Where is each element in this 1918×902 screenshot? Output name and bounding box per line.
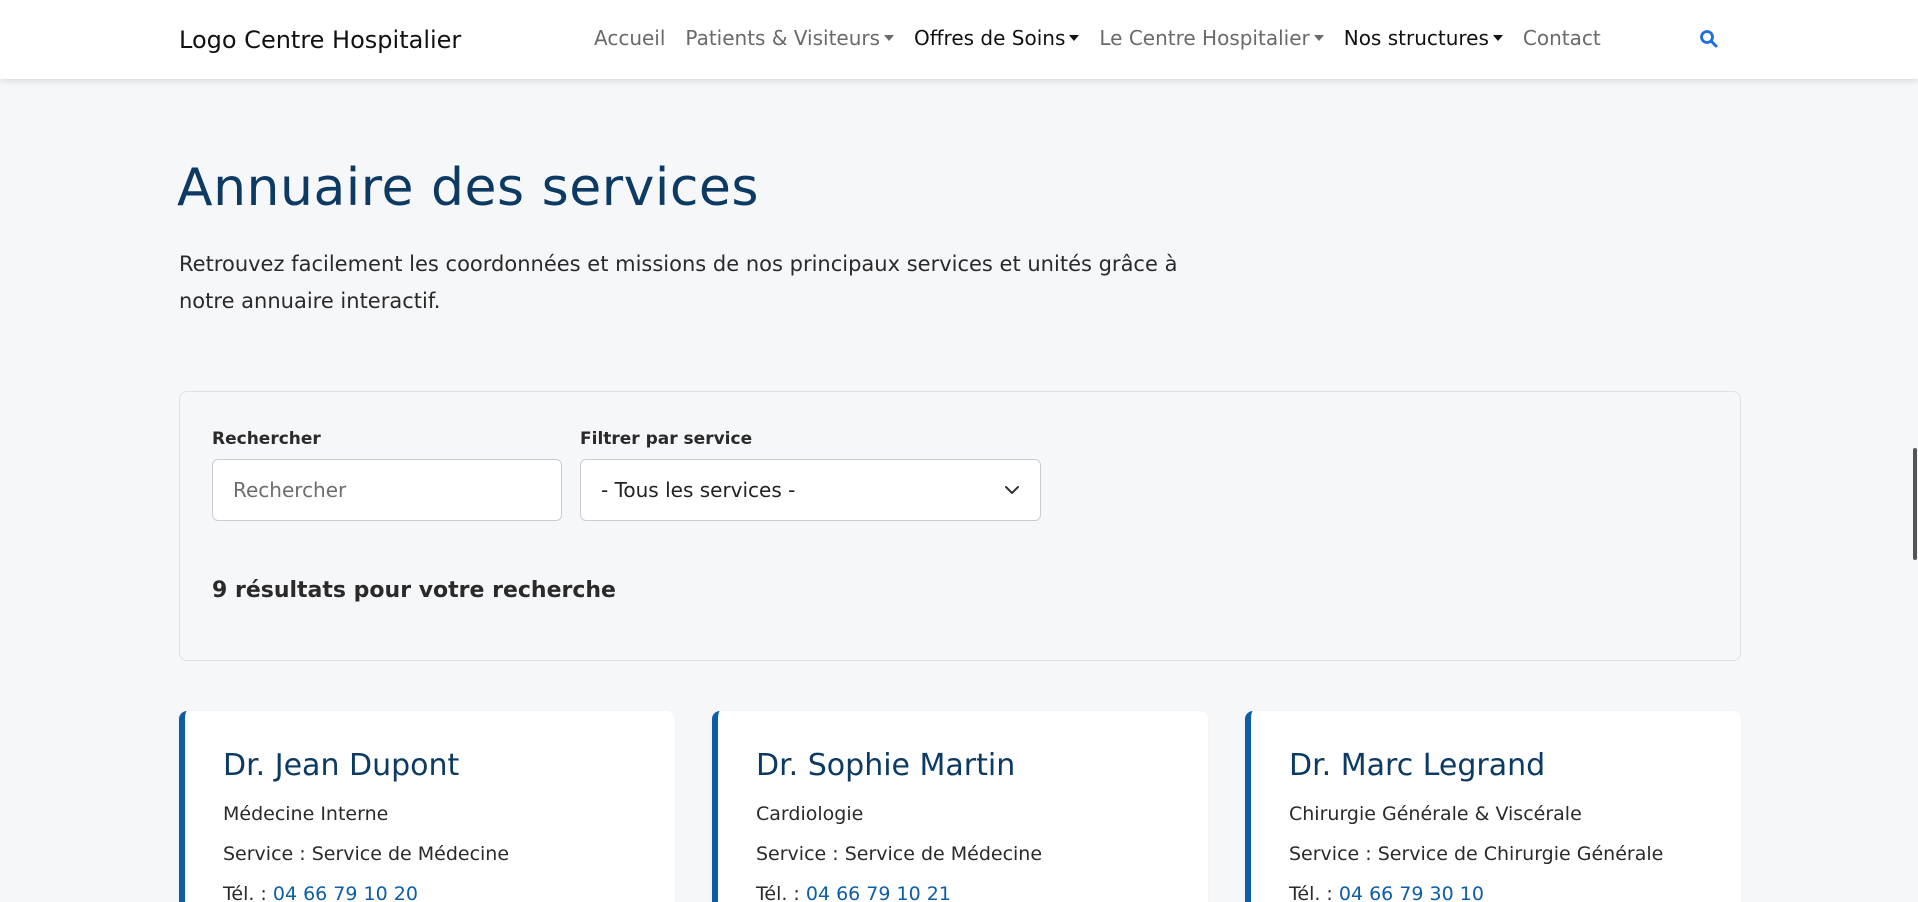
doctor-card: Dr. Jean Dupont Médecine Interne Service… — [179, 711, 675, 902]
top-navbar: Logo Centre Hospitalier Accueil Patients… — [0, 0, 1918, 79]
page-title: Annuaire des services — [177, 158, 759, 218]
doctor-specialty: Chirurgie Générale & Viscérale — [1289, 803, 1582, 825]
filter-panel: Rechercher Filtrer par service - Tous le… — [179, 391, 1741, 661]
search-icon — [1700, 30, 1718, 48]
doctor-phone-row: Tél. : 04 66 79 10 20 — [223, 883, 418, 902]
phone-link[interactable]: 04 66 79 10 20 — [273, 883, 418, 902]
site-logo[interactable]: Logo Centre Hospitalier — [179, 26, 461, 54]
nav-item-contact[interactable]: Contact — [1523, 26, 1601, 50]
search-label: Rechercher — [212, 429, 321, 449]
caret-down-icon — [1069, 35, 1080, 41]
doctor-card: Dr. Sophie Martin Cardiologie Service : … — [712, 711, 1208, 902]
doctor-phone-row: Tél. : 04 66 79 30 10 — [1289, 883, 1484, 902]
search-button[interactable] — [1699, 29, 1719, 49]
doctor-phone-row: Tél. : 04 66 79 10 21 — [756, 883, 951, 902]
search-input[interactable] — [212, 459, 562, 521]
service-filter-value: - Tous les services - — [601, 478, 796, 502]
main-nav: Accueil Patients & Visiteurs Offres de S… — [594, 26, 1621, 50]
caret-down-icon — [884, 35, 895, 41]
phone-link[interactable]: 04 66 79 10 21 — [806, 883, 951, 902]
phone-prefix: Tél. : — [1289, 883, 1333, 902]
doctor-name[interactable]: Dr. Jean Dupont — [223, 748, 459, 783]
caret-down-icon — [1492, 35, 1503, 41]
doctor-service: Service : Service de Médecine — [756, 843, 1043, 865]
doctor-service: Service : Service de Chirurgie Générale — [1289, 843, 1664, 865]
page-intro: Retrouvez facilement les coordonnées et … — [179, 252, 1178, 313]
results-count: 9 résultats pour votre recherche — [212, 578, 616, 603]
doctor-card: Dr. Marc Legrand Chirurgie Générale & Vi… — [1245, 711, 1741, 902]
chevron-down-icon — [1005, 486, 1019, 494]
nav-item-nos-structures[interactable]: Nos structures — [1344, 26, 1503, 50]
nav-item-label: Nos structures — [1343, 26, 1489, 50]
nav-item-accueil[interactable]: Accueil — [594, 26, 665, 50]
doctor-service: Service : Service de Médecine — [223, 843, 510, 865]
phone-link[interactable]: 04 66 79 30 10 — [1339, 883, 1484, 902]
caret-down-icon — [1313, 35, 1324, 41]
nav-item-offres-de-soins[interactable]: Offres de Soins — [914, 26, 1080, 50]
service-filter-label: Filtrer par service — [580, 429, 753, 449]
nav-item-centre-hospitalier[interactable]: Le Centre Hospitalier — [1099, 26, 1324, 50]
nav-item-label: Le Centre Hospitalier — [1099, 26, 1310, 50]
doctor-specialty: Médecine Interne — [223, 803, 389, 825]
scrollbar-thumb[interactable] — [1913, 448, 1917, 560]
phone-prefix: Tél. : — [223, 883, 267, 902]
doctor-specialty: Cardiologie — [756, 803, 864, 825]
phone-prefix: Tél. : — [756, 883, 800, 902]
nav-item-label: Patients & Visiteurs — [685, 26, 881, 50]
service-filter-select[interactable]: - Tous les services - — [580, 459, 1041, 521]
nav-item-patients-visiteurs[interactable]: Patients & Visiteurs — [685, 26, 895, 50]
doctor-name[interactable]: Dr. Marc Legrand — [1289, 748, 1545, 783]
doctor-name[interactable]: Dr. Sophie Martin — [756, 748, 1015, 783]
nav-item-label: Accueil — [594, 26, 666, 50]
nav-item-label: Offres de Soins — [914, 26, 1066, 50]
nav-item-label: Contact — [1522, 26, 1601, 50]
